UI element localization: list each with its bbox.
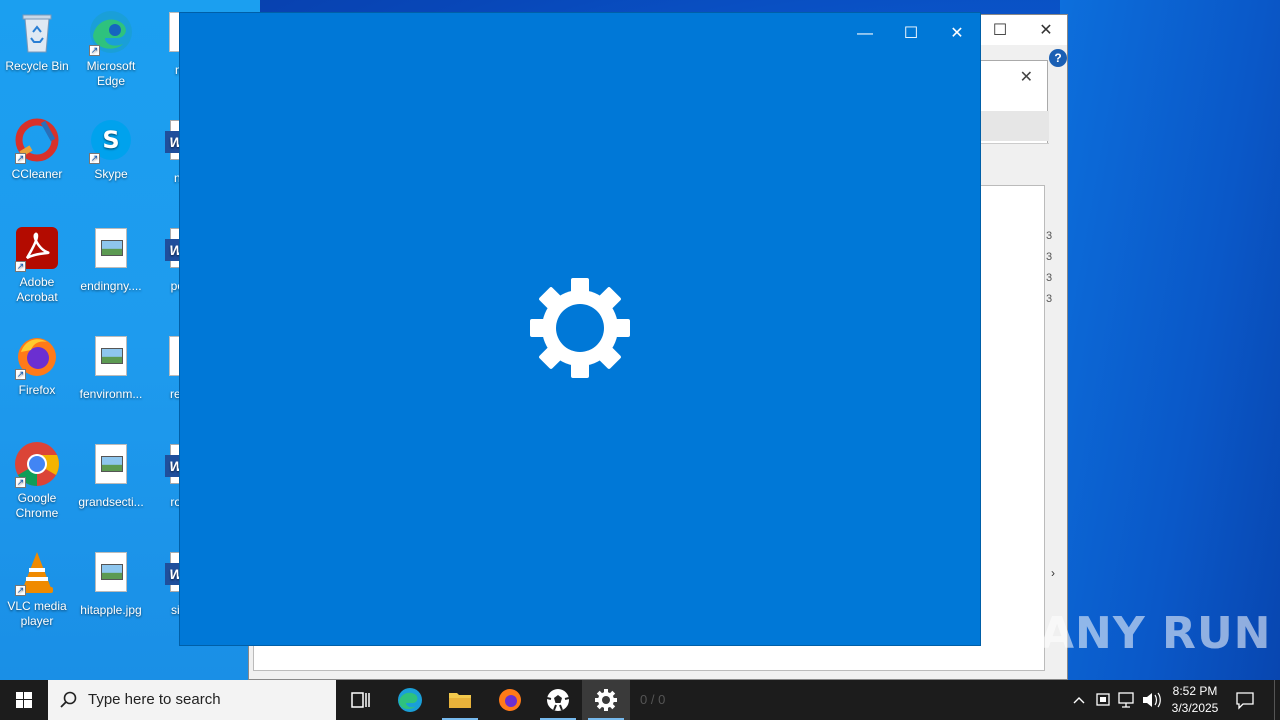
row-mark: 3 xyxy=(1046,293,1053,305)
firefox-icon xyxy=(499,689,521,711)
clock-time: 8:52 PM xyxy=(1172,684,1218,698)
folder-icon xyxy=(449,693,471,708)
desktop-icon-label: Google Chrome xyxy=(15,491,59,520)
taskbar-file-explorer[interactable] xyxy=(436,680,484,720)
desktop-icon-label: Adobe Acrobat xyxy=(16,275,58,304)
windows-logo-icon xyxy=(16,692,32,708)
desktop-icon-skype[interactable]: S ↗ Skype xyxy=(74,116,148,182)
settings-gear-icon xyxy=(595,689,617,711)
scroll-right-arrow-icon[interactable]: › xyxy=(1051,566,1055,580)
network-icon[interactable] xyxy=(1116,680,1138,720)
dialog-close-icon[interactable]: ✕ xyxy=(1020,67,1033,87)
desktop-icon-google-chrome[interactable]: ↗ Google Chrome xyxy=(0,440,74,521)
acrobat-icon: ↗ xyxy=(13,224,61,272)
start-button[interactable] xyxy=(0,680,48,720)
desktop-icon-hitapple[interactable]: hitapple.jpg xyxy=(74,548,148,618)
image-file-icon xyxy=(87,336,135,384)
taskbar-soccer-app[interactable] xyxy=(534,680,582,720)
taskbar-firefox[interactable] xyxy=(486,680,534,720)
show-hidden-icons-chevron-icon[interactable] xyxy=(1068,680,1090,720)
desktop-icon-label: hitapple.jpg xyxy=(80,603,142,617)
shortcut-arrow-icon: ↗ xyxy=(15,369,26,380)
background-dialog[interactable]: ✕ xyxy=(978,60,1049,181)
taskbar: Type here to search 0 / 0 8:52 PM 3/3/20… xyxy=(0,680,1280,720)
taskbar-settings[interactable] xyxy=(582,680,630,720)
shortcut-arrow-icon: ↗ xyxy=(15,585,26,596)
shortcut-arrow-icon: ↗ xyxy=(15,477,26,488)
maximize-button[interactable]: ☐ xyxy=(888,19,934,49)
task-view-button[interactable] xyxy=(336,680,384,720)
desktop-icon-label: Skype xyxy=(94,167,128,181)
desktop-icon-label: Microsoft Edge xyxy=(86,59,136,88)
minimize-button[interactable]: — xyxy=(842,19,888,49)
image-file-icon xyxy=(87,552,135,600)
settings-splash-window[interactable]: — ☐ ✕ xyxy=(179,12,981,646)
taskbar-edge[interactable] xyxy=(386,680,434,720)
settings-gear-icon xyxy=(530,278,630,378)
dialog-band-lower xyxy=(979,143,1049,181)
ccleaner-icon: ↗ xyxy=(13,116,61,164)
chrome-icon: ↗ xyxy=(13,440,61,488)
tray-device-icon[interactable] xyxy=(1092,680,1114,720)
search-placeholder: Type here to search xyxy=(88,691,221,708)
notification-center-icon[interactable] xyxy=(1234,690,1256,710)
background-close-button[interactable]: ✕ xyxy=(1031,21,1061,41)
desktop-icon-firefox[interactable]: ↗ Firefox xyxy=(0,332,74,398)
dialog-band xyxy=(979,111,1049,141)
desktop-icon-label: VLC media player xyxy=(7,599,67,628)
desktop-icon-label: CCleaner xyxy=(11,167,63,181)
image-file-icon xyxy=(87,444,135,492)
anyrun-watermark: ANY RUN xyxy=(1040,608,1272,659)
taskbar-search-box[interactable]: Type here to search xyxy=(48,680,336,720)
search-icon xyxy=(60,691,77,708)
close-button[interactable]: ✕ xyxy=(934,19,980,49)
task-view-icon xyxy=(351,692,370,708)
taskbar-ghost-text: 0 / 0 xyxy=(640,692,666,707)
desktop-icon-recycle-bin[interactable]: Recycle Bin xyxy=(0,8,74,74)
desktop-icon-ccleaner[interactable]: ↗ CCleaner xyxy=(0,116,74,182)
clock-date: 3/3/2025 xyxy=(1171,701,1219,715)
firefox-icon: ↗ xyxy=(13,332,61,380)
recycle-bin-icon xyxy=(13,8,61,56)
desktop-icon-fenvironm[interactable]: fenvironm... xyxy=(74,332,148,402)
wallpaper-right xyxy=(1060,0,1280,680)
row-mark: 3 xyxy=(1046,251,1053,263)
volume-icon[interactable] xyxy=(1140,680,1162,720)
desktop-icon-vlc[interactable]: ↗ VLC media player xyxy=(0,548,74,629)
shortcut-arrow-icon: ↗ xyxy=(89,153,100,164)
desktop-icon-label: endingny.... xyxy=(80,279,142,293)
desktop-icon-adobe-acrobat[interactable]: ↗ Adobe Acrobat xyxy=(0,224,74,305)
skype-icon: S ↗ xyxy=(87,116,135,164)
desktop-icon-label: fenvironm... xyxy=(79,387,143,401)
background-maximize-button[interactable]: ☐ xyxy=(985,21,1015,41)
help-icon[interactable]: ? xyxy=(1049,49,1067,67)
show-desktop-button[interactable] xyxy=(1274,680,1280,720)
row-mark: 3 xyxy=(1046,272,1053,284)
desktop-icon-microsoft-edge[interactable]: ↗ Microsoft Edge xyxy=(74,8,148,89)
vlc-icon: ↗ xyxy=(13,548,61,596)
desktop-icon-label: Recycle Bin xyxy=(5,59,69,73)
image-file-icon xyxy=(87,228,135,276)
row-mark: 3 xyxy=(1046,230,1053,242)
svg-text:S: S xyxy=(102,126,119,154)
edge-icon: ↗ xyxy=(87,8,135,56)
desktop-icon-endingny[interactable]: endingny.... xyxy=(74,224,148,294)
shortcut-arrow-icon: ↗ xyxy=(15,261,26,272)
soccer-ball-icon xyxy=(546,689,570,711)
desktop-icon-label: Firefox xyxy=(18,383,56,397)
desktop-icon-grandsecti[interactable]: grandsecti... xyxy=(74,440,148,510)
desktop-icon-label: grandsecti... xyxy=(78,495,144,509)
taskbar-clock[interactable]: 8:52 PM 3/3/2025 xyxy=(1160,683,1230,717)
shortcut-arrow-icon: ↗ xyxy=(15,153,26,164)
shortcut-arrow-icon: ↗ xyxy=(89,45,100,56)
edge-icon xyxy=(398,688,422,712)
